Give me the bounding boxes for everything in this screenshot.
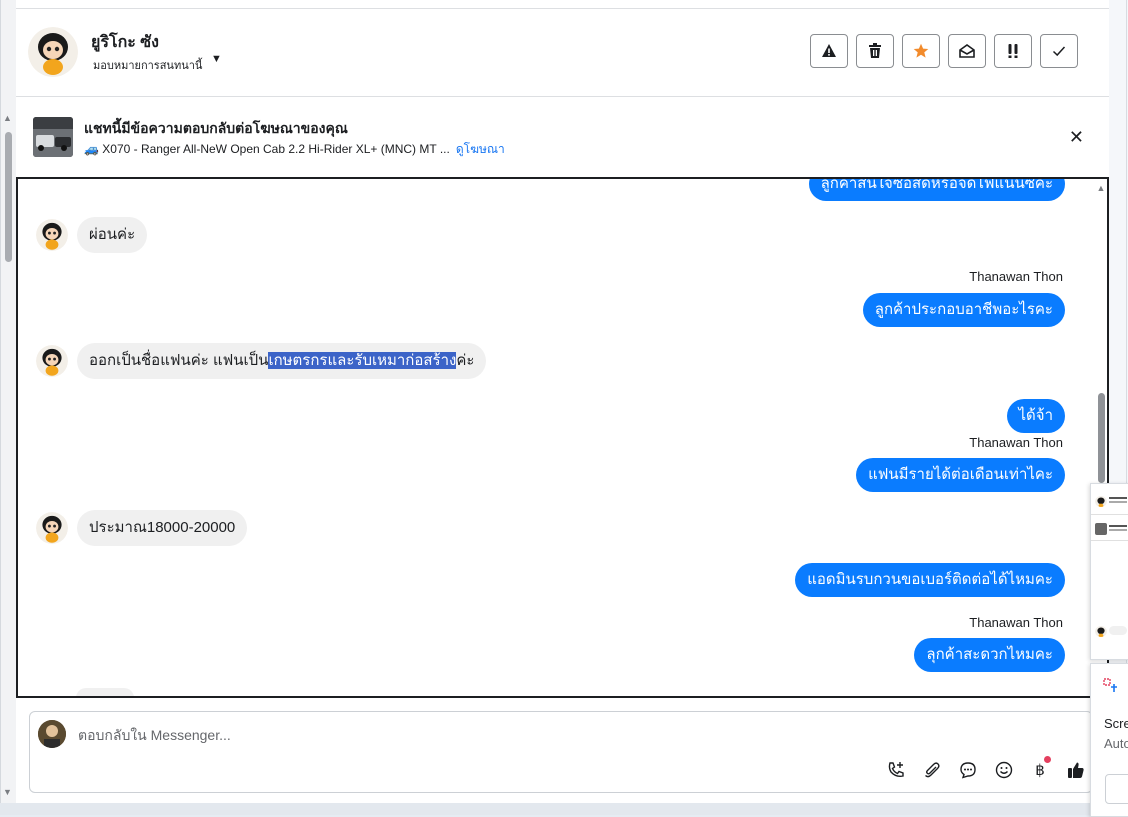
outgoing-message: ลูกค้าประกอบอาชีพอะไรคะ (862, 293, 1065, 327)
contact-name: ยูริโกะ ซัง (91, 34, 159, 51)
composer-toolbar: ฿ (884, 756, 1088, 782)
notification-dot (1044, 756, 1051, 763)
message-text: ออกเป็นชื่อแฟนค่ะ แฟนเป็น (89, 352, 269, 369)
ad-name: 🚙 X070 - Ranger All-NeW Open Cab 2.2 Hi-… (84, 142, 450, 156)
saved-reply-icon[interactable] (956, 758, 980, 782)
double-exclamation-icon (1008, 44, 1018, 58)
ad-notice-title: แชทนี้มีข้อความตอบกลับต่อโฆษณาของคุณ (84, 120, 348, 136)
bottom-edge (0, 803, 1109, 815)
divider (1091, 514, 1128, 515)
contact-avatar (1095, 495, 1107, 507)
conversation-header: ยูริโกะ ซัง มอบหมายการสนทนานี้ ▼ (16, 9, 1110, 97)
ad-reply-notice: แชทนี้มีข้อความตอบกลับต่อโฆษณาของคุณ 🚙 X… (16, 97, 1110, 175)
message-text: ค่ะ (456, 352, 475, 369)
user-avatar (38, 720, 66, 748)
conversation-toolbar (810, 34, 1078, 68)
selected-text: เกษตรกรและรับเหมาก่อสร้าง (268, 352, 457, 369)
app-icon (1103, 678, 1119, 699)
incoming-message: ออกเป็นชื่อแฟนค่ะ แฟนเป็นเกษตรกรและรับเห… (18, 343, 487, 379)
popup-subtitle: Auto (1104, 736, 1128, 751)
mark-unread-button[interactable] (948, 34, 986, 68)
checkmark-icon (1052, 46, 1066, 57)
scroll-up-arrow-icon[interactable]: ▲ (1095, 183, 1107, 193)
mini-conversation-item[interactable] (1095, 494, 1127, 508)
outgoing-message: ลูกค้าสนใจซื้อสดหรือจัดไฟแนนซ์คะ (808, 179, 1065, 201)
incoming-message: ผ่อนค่ะ (18, 217, 148, 253)
outgoing-message: แฟนมีรายได้ต่อเดือนเท่าไคะ (856, 458, 1065, 492)
chat-preview-popup[interactable] (1090, 483, 1128, 660)
chevron-down-icon[interactable]: ▼ (211, 53, 222, 65)
outgoing-message: ได้จ้า (1006, 399, 1065, 433)
contact-avatar (36, 219, 68, 251)
contact-avatar (36, 345, 68, 377)
message-thread[interactable]: ▲ ลูกค้าสนใจซื้อสดหรือจัดไฟแนนซ์คะ ผ่อนค… (16, 177, 1109, 698)
divider (1091, 540, 1128, 541)
left-scrollbar[interactable]: ▲ ▼ (1, 0, 16, 815)
star-icon (913, 43, 929, 58)
ad-thumbnail (1095, 523, 1107, 535)
emoji-icon[interactable] (992, 758, 1016, 782)
screenshot-popup[interactable]: Scre Auto (1090, 663, 1128, 817)
ad-thumbnail[interactable] (33, 117, 73, 157)
popup-action-button[interactable] (1105, 774, 1128, 804)
important-button[interactable] (994, 34, 1032, 68)
scroll-down-arrow-icon[interactable]: ▼ (3, 787, 12, 797)
sender-name: Thanawan Thon (969, 435, 1063, 450)
incoming-message: ประมาณ18000-20000 (18, 510, 248, 546)
sender-name: Thanawan Thon (969, 615, 1063, 630)
like-icon[interactable] (1064, 758, 1088, 782)
scrollbar-thumb[interactable] (1098, 393, 1105, 483)
view-ad-link[interactable]: ดูโฆษณา (456, 142, 505, 156)
reply-composer: ฿ (29, 711, 1093, 793)
outgoing-message: แอดมินรบกวนขอเบอร์ติดต่อได้ไหมคะ (795, 563, 1065, 597)
done-button[interactable] (1040, 34, 1078, 68)
reply-input[interactable] (76, 722, 680, 748)
call-add-icon[interactable] (884, 758, 908, 782)
mini-conversation-item[interactable] (1095, 522, 1127, 536)
ad-notice-subtitle: 🚙 X070 - Ranger All-NeW Open Cab 2.2 Hi-… (84, 140, 505, 159)
mini-text-lines (1109, 525, 1127, 527)
payment-icon[interactable]: ฿ (1028, 756, 1052, 782)
sender-name: Thanawan Thon (969, 269, 1063, 284)
assign-conversation-label[interactable]: มอบหมายการสนทนานี้ (93, 56, 202, 74)
message-bubble: ออกเป็นชื่อแฟนค่ะ แฟนเป็นเกษตรกรและรับเห… (77, 343, 487, 379)
trash-icon (869, 43, 881, 58)
attachment-icon[interactable] (920, 758, 944, 782)
contact-avatar[interactable] (28, 27, 78, 77)
contact-avatar (36, 512, 68, 544)
scrollbar-thumb[interactable] (5, 132, 12, 262)
mini-text-lines (1109, 497, 1127, 499)
inbox-panel: ▲ ▼ ยูริโกะ ซัง มอบหมายการสนทนานี้ ▼ แชท… (0, 0, 1110, 815)
scroll-up-arrow-icon[interactable]: ▲ (3, 113, 12, 123)
spam-button[interactable] (810, 34, 848, 68)
message-bubble: ผ่อนค่ะ (77, 217, 148, 253)
star-button[interactable] (902, 34, 940, 68)
warning-icon (822, 44, 836, 57)
open-envelope-icon (959, 44, 975, 58)
delete-button[interactable] (856, 34, 894, 68)
close-icon[interactable]: ✕ (1069, 127, 1084, 148)
mini-conversation-item[interactable] (1095, 624, 1127, 638)
mini-bubble (1109, 626, 1127, 635)
outgoing-message: ลุกค้าสะดวกไหมคะ (914, 638, 1065, 672)
contact-avatar (1095, 625, 1107, 637)
message-bubble: ประมาณ18000-20000 (77, 510, 248, 546)
partial-message-bubble (76, 688, 134, 696)
popup-title: Scre (1104, 716, 1128, 731)
